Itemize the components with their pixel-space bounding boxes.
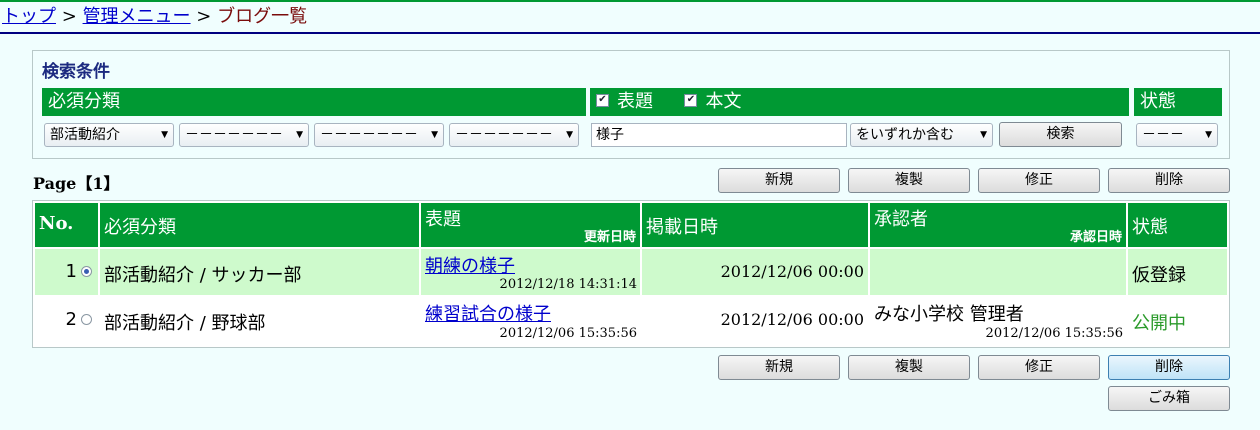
breadcrumb-current: ブログ一覧	[217, 6, 308, 27]
row-number: 1	[66, 261, 92, 282]
copy-button-bottom[interactable]: 複製	[848, 355, 970, 380]
trash-button[interactable]: ごみ箱	[1108, 386, 1230, 411]
category-select-1[interactable]: 部活動紹介 ▼	[44, 123, 174, 147]
blog-title-link[interactable]: 朝練の様子	[425, 252, 515, 278]
blog-title-link[interactable]: 練習試合の様子	[425, 300, 551, 326]
category-header: 必須分類	[42, 88, 586, 116]
breadcrumb-top-link[interactable]: トップ	[2, 6, 56, 27]
category-select-2[interactable]: －－－－－－－ ▼	[179, 123, 309, 147]
new-button-bottom[interactable]: 新規	[718, 355, 840, 380]
edit-button-bottom[interactable]: 修正	[978, 355, 1100, 380]
status-label: 公開中	[1132, 313, 1186, 334]
table-row-2-category: 部活動紹介 / 野球部	[100, 297, 419, 344]
table-row-1-published: 2012/12/06 00:00	[642, 249, 868, 295]
breadcrumb-separator: >	[61, 6, 77, 27]
row-number: 2	[66, 309, 92, 330]
table-row-1-status: 仮登録	[1128, 249, 1227, 295]
search-panel-title: 検索条件	[42, 62, 110, 82]
table-row-2-no: 2	[35, 297, 98, 344]
blog-table: No. 必須分類 表題 更新日時 掲載日時 承認者 承認日時 状態 1 部活動紹介 …	[32, 200, 1230, 348]
column-header-status: 状態	[1128, 203, 1227, 247]
category-select-3[interactable]: －－－－－－－ ▼	[314, 123, 444, 147]
search-target-header: ✔ 表題 ✔ 本文	[590, 88, 1129, 116]
column-header-no: No.	[35, 203, 98, 247]
search-panel: 検索条件 必須分類 ✔ 表題 ✔ 本文 状態 部活動紹介 ▼ －－－－－－－ ▼ －－－…	[32, 50, 1230, 159]
table-row-2-published: 2012/12/06 00:00	[642, 297, 868, 344]
breadcrumb-admin-link[interactable]: 管理メニュー	[83, 6, 191, 27]
table-row-1-title: 朝練の様子 2012/12/18 14:31:14	[421, 249, 640, 295]
body-checkbox-label: 本文	[705, 91, 742, 112]
status-select[interactable]: －－－ ▼	[1136, 123, 1218, 147]
status-header: 状態	[1134, 88, 1222, 116]
copy-button[interactable]: 複製	[848, 168, 970, 193]
table-row-2-status: 公開中	[1128, 297, 1227, 344]
column-header-title: 表題 更新日時	[421, 203, 640, 247]
delete-button[interactable]: 削除	[1108, 168, 1230, 193]
table-row-1-approver	[870, 249, 1126, 295]
delete-button-bottom[interactable]: 削除	[1108, 355, 1230, 380]
title-checkbox[interactable]: ✔	[596, 93, 609, 107]
top-accent-line	[0, 0, 1260, 2]
page-indicator: Page【1】	[33, 174, 120, 193]
table-row-1-category: 部活動紹介 / サッカー部	[100, 249, 419, 295]
keyword-input[interactable]: 様子	[591, 123, 847, 147]
body-checkbox[interactable]: ✔	[684, 93, 698, 107]
breadcrumb-separator: >	[196, 6, 212, 27]
table-row-1-no: 1	[35, 249, 98, 295]
edit-button[interactable]: 修正	[978, 168, 1100, 193]
category-select-4[interactable]: －－－－－－－ ▼	[449, 123, 579, 147]
updated-timestamp: 2012/12/18 14:31:14	[499, 277, 637, 292]
updated-timestamp: 2012/12/06 15:35:56	[499, 326, 637, 341]
breadcrumb-divider	[0, 32, 1260, 34]
column-header-category: 必須分類	[100, 203, 419, 247]
column-header-approver: 承認者 承認日時	[870, 203, 1126, 247]
status-label: 仮登録	[1132, 265, 1186, 286]
column-header-published: 掲載日時	[642, 203, 868, 247]
title-checkbox-label: 表題	[617, 91, 653, 112]
table-row-2-title: 練習試合の様子 2012/12/06 15:35:56	[421, 297, 640, 344]
row-radio[interactable]	[81, 265, 92, 277]
search-button[interactable]: 検索	[999, 122, 1122, 147]
new-button[interactable]: 新規	[718, 168, 840, 193]
row-radio[interactable]	[81, 313, 92, 325]
match-mode-select[interactable]: をいずれか含む ▼	[850, 123, 993, 147]
breadcrumb: トップ > 管理メニュー > ブログ一覧	[2, 5, 307, 29]
table-row-2-approver: みな小学校 管理者 2012/12/06 15:35:56	[870, 297, 1126, 344]
